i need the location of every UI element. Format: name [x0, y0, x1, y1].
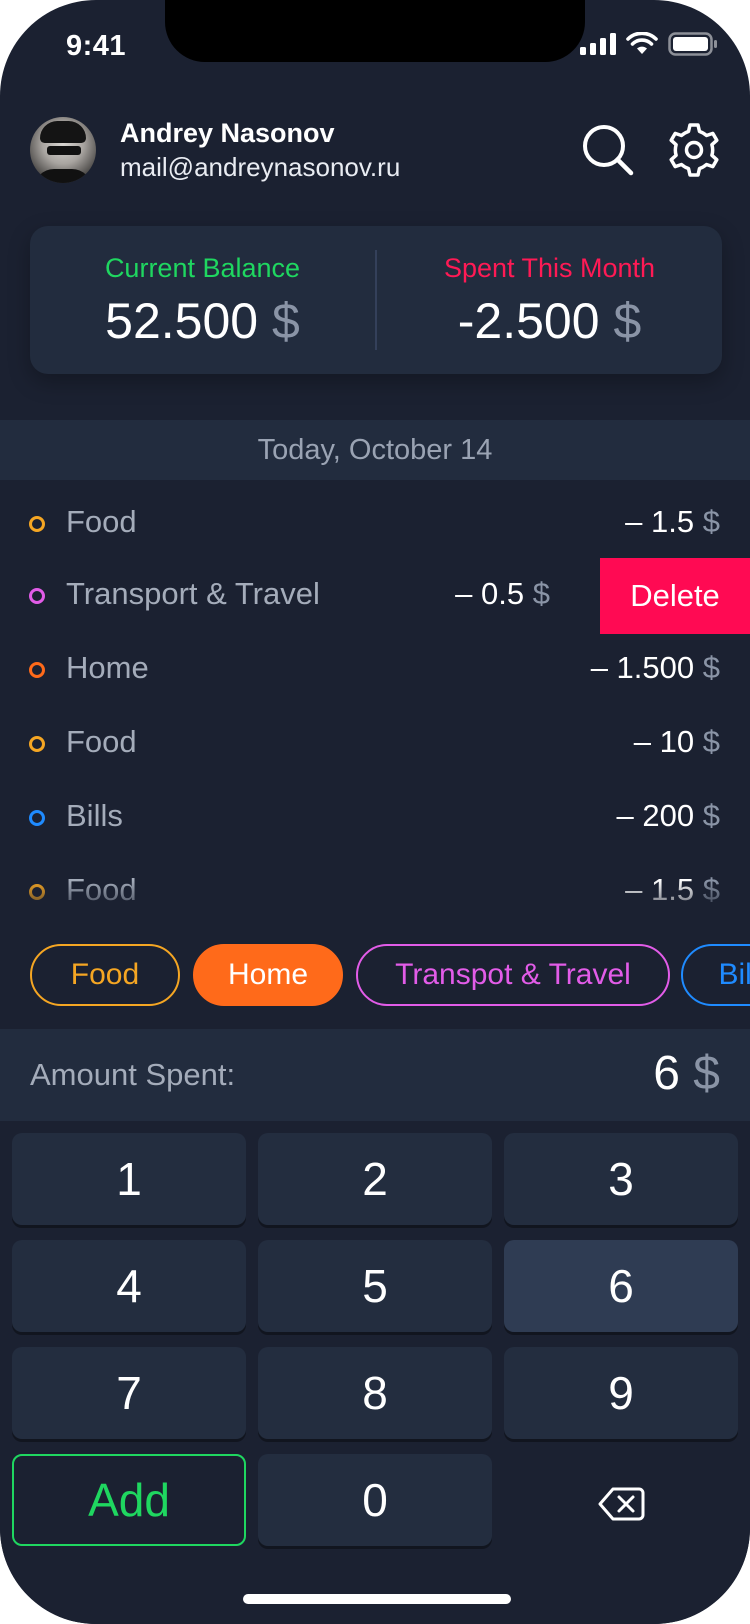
transaction-row[interactable]: Bills – 200 $ — [0, 780, 750, 854]
transaction-amount: – 1.500 $ — [591, 648, 720, 688]
status-icons — [580, 32, 718, 56]
category-chip-transpot-travel[interactable]: Transpot & Travel — [356, 944, 670, 1006]
transaction-amount-value: – 10 — [633, 724, 695, 759]
transaction-row[interactable]: Food – 10 $ — [0, 706, 750, 780]
currency-symbol: $ — [702, 504, 720, 539]
transaction-amount: – 200 $ — [617, 796, 720, 836]
user-name: Andrey Nasonov — [120, 118, 335, 148]
key-3[interactable]: 3 — [504, 1133, 738, 1225]
delete-button[interactable]: Delete — [600, 558, 750, 634]
current-balance-value: 52.500 — [105, 293, 259, 349]
category-dot-icon — [29, 588, 45, 604]
amount-value: 6 — [653, 1047, 680, 1100]
balance-card: Current Balance 52.500 $ Spent This Mont… — [30, 226, 722, 374]
add-button[interactable]: Add — [12, 1454, 246, 1546]
spent-label: Spent This Month — [443, 253, 656, 283]
amount-label: Amount Spent: — [30, 1057, 236, 1092]
date-header: Today, October 14 — [0, 420, 750, 480]
key-4[interactable]: 4 — [12, 1240, 246, 1332]
transaction-row[interactable]: Transport & Travel – 0.5 $ Delete — [0, 558, 750, 634]
currency-symbol: $ — [702, 724, 720, 759]
current-balance-label: Current Balance — [104, 253, 301, 283]
category-chip-food[interactable]: Food — [30, 944, 180, 1006]
transaction-category: Home — [66, 650, 149, 685]
device-notch — [165, 0, 585, 62]
transaction-category: Bills — [66, 798, 123, 833]
category-dot-icon — [29, 662, 45, 678]
category-dot-icon — [29, 736, 45, 752]
currency-symbol: $ — [693, 1047, 720, 1100]
backspace-icon — [598, 1487, 645, 1521]
key-2[interactable]: 2 — [258, 1133, 492, 1225]
category-dot-icon — [29, 516, 45, 532]
gear-icon[interactable] — [666, 122, 722, 178]
key-6[interactable]: 6 — [504, 1240, 738, 1332]
amount-display: 6 $ — [653, 1045, 720, 1103]
transaction-category: Food — [66, 724, 137, 759]
user-email: mail@andreynasonov.ru — [120, 152, 401, 182]
numeric-keypad: 1 2 3 4 5 6 7 8 9 Add 0 — [0, 1121, 750, 1624]
transaction-category: Transport & Travel — [66, 576, 320, 611]
category-dot-icon — [29, 810, 45, 826]
wifi-icon — [626, 32, 658, 54]
transaction-amount-value: – 200 — [616, 798, 695, 833]
key-8[interactable]: 8 — [258, 1347, 492, 1439]
status-time: 9:41 — [66, 30, 127, 62]
category-chip-bills[interactable]: Bills — [681, 944, 750, 1006]
currency-symbol: $ — [272, 293, 300, 349]
transaction-row[interactable]: Food – 1.5 $ — [0, 486, 750, 560]
key-9[interactable]: 9 — [504, 1347, 738, 1439]
list-fade — [0, 880, 750, 920]
transaction-amount: – 0.5 $ — [455, 574, 550, 614]
transaction-row[interactable]: Home – 1.500 $ — [0, 632, 750, 706]
app-screen: 9:41 Andrey Nasonov mail@andreynasonov.r… — [0, 0, 750, 1624]
cellular-signal-icon — [580, 33, 616, 55]
amount-entry: Amount Spent: 6 $ — [0, 1029, 750, 1121]
avatar[interactable] — [30, 117, 96, 183]
spent-value: -2.500 — [457, 293, 600, 349]
spent-this-month: Spent This Month -2.500 $ — [377, 250, 722, 350]
transaction-category: Food — [66, 504, 137, 539]
transaction-amount: – 1.5 $ — [625, 502, 720, 542]
backspace-button[interactable] — [504, 1454, 738, 1546]
currency-symbol: $ — [613, 293, 642, 349]
currency-symbol: $ — [702, 798, 720, 833]
search-icon[interactable] — [580, 122, 636, 178]
battery-icon — [668, 32, 717, 56]
transaction-amount-value: – 1.5 — [625, 504, 695, 539]
key-0[interactable]: 0 — [258, 1454, 492, 1546]
key-5[interactable]: 5 — [258, 1240, 492, 1332]
home-indicator[interactable] — [243, 1594, 511, 1604]
user-profile[interactable]: Andrey Nasonov mail@andreynasonov.ru — [30, 116, 400, 184]
current-balance: Current Balance 52.500 $ — [30, 250, 375, 350]
transaction-amount: – 10 $ — [634, 722, 720, 762]
transaction-amount-value: – 1.500 — [590, 650, 695, 685]
currency-symbol: $ — [702, 650, 720, 685]
key-1[interactable]: 1 — [12, 1133, 246, 1225]
category-chip-home[interactable]: Home — [193, 944, 343, 1006]
key-7[interactable]: 7 — [12, 1347, 246, 1439]
currency-symbol: $ — [532, 576, 550, 611]
category-chips: FoodHomeTranspot & TravelBills — [0, 920, 750, 1030]
transaction-amount-value: – 0.5 — [455, 576, 525, 611]
